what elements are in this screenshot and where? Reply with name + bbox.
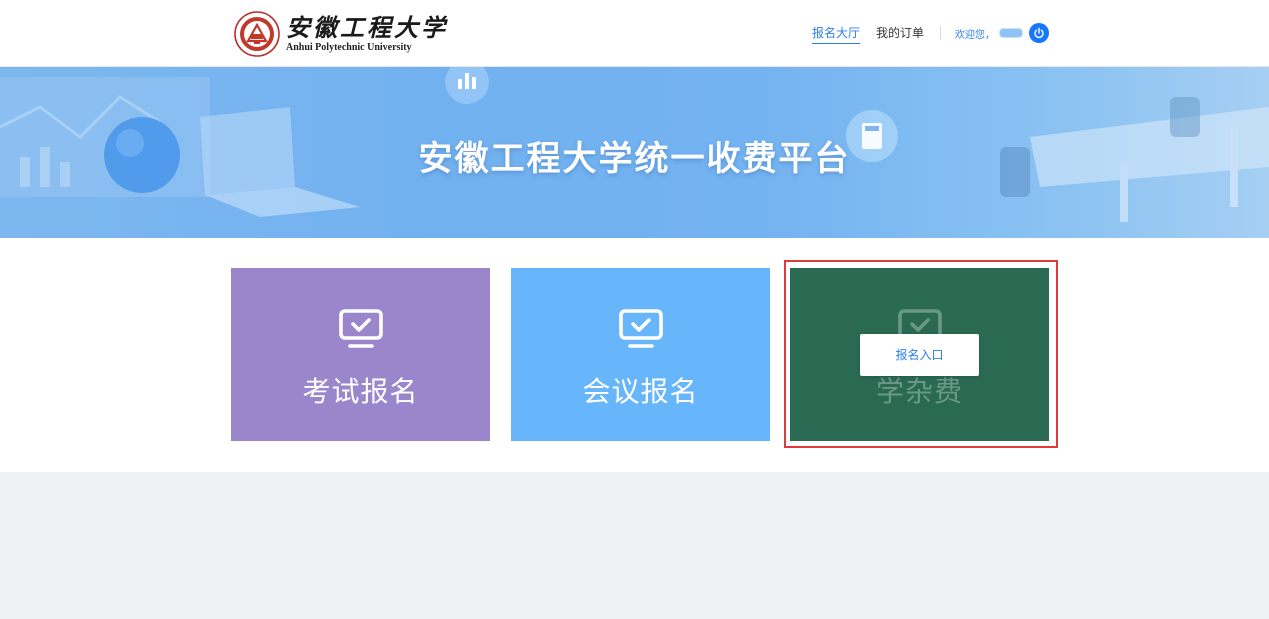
banner-title: 安徽工程大学统一收费平台 bbox=[418, 139, 851, 179]
top-header: 安徽工程大学 Anhui Polytechnic University 报名大厅… bbox=[0, 0, 1269, 67]
power-icon bbox=[1034, 27, 1044, 39]
monitor-check-icon bbox=[339, 309, 383, 348]
university-name-en: Anhui Polytechnic University bbox=[286, 42, 412, 53]
username-redacted bbox=[999, 28, 1023, 38]
card-label: 考试报名 bbox=[302, 375, 419, 408]
registration-entry-button[interactable]: 报名入口 bbox=[860, 334, 979, 376]
service-cards-section: 考试报名 会议报名 学杂费 报名入口 bbox=[0, 238, 1269, 472]
card-label: 会议报名 bbox=[582, 375, 699, 408]
monitor-check-icon bbox=[619, 309, 663, 348]
logout-button[interactable] bbox=[1029, 23, 1049, 43]
card-exam-registration[interactable]: 考试报名 bbox=[231, 268, 490, 441]
nav-my-orders[interactable]: 我的订单 bbox=[876, 23, 924, 43]
nav-registration-hall[interactable]: 报名大厅 bbox=[811, 23, 860, 44]
nav-divider bbox=[940, 26, 941, 40]
card-conference-registration[interactable]: 会议报名 bbox=[511, 268, 770, 441]
card-label: 学杂费 bbox=[875, 375, 963, 408]
university-name-cn: 安徽工程大学 bbox=[286, 13, 448, 42]
card-tuition-fees[interactable]: 学杂费 报名入口 bbox=[790, 268, 1049, 441]
welcome-text: 欢迎您， bbox=[955, 29, 995, 41]
hero-banner: 安徽工程大学统一收费平台 bbox=[0, 67, 1269, 238]
university-seal-icon bbox=[234, 11, 280, 57]
university-logo[interactable]: 安徽工程大学 Anhui Polytechnic University bbox=[234, 10, 448, 58]
top-nav: 报名大厅 我的订单 欢迎您， bbox=[796, 22, 1049, 44]
